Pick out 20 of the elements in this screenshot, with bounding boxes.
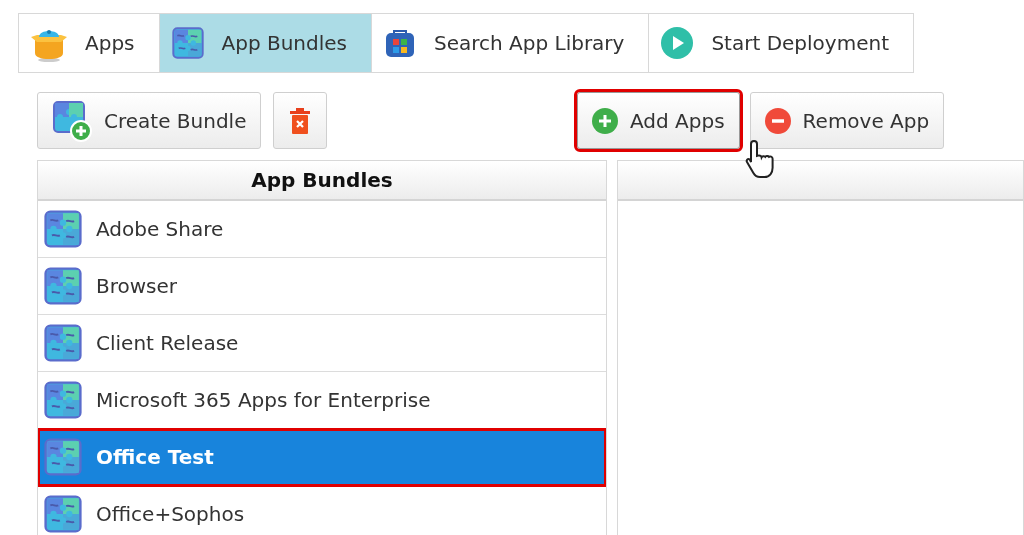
puzzle-icon bbox=[44, 495, 82, 533]
new-bundle-icon bbox=[52, 99, 92, 142]
puzzle-icon bbox=[44, 267, 82, 305]
list-item[interactable]: Office+Sophos bbox=[38, 486, 606, 535]
create-button[interactable]: Create Bundle bbox=[37, 92, 262, 149]
remove-icon bbox=[764, 107, 791, 134]
play-icon bbox=[661, 27, 694, 59]
puzzle-icon bbox=[171, 27, 204, 59]
tab[interactable]: App Bundles bbox=[158, 14, 371, 72]
puzzle-icon bbox=[44, 324, 82, 362]
store-icon bbox=[384, 27, 416, 59]
puzzle-icon bbox=[44, 438, 82, 476]
remove-button[interactable]: Remove App bbox=[749, 92, 945, 149]
add-button[interactable]: Add Apps bbox=[577, 92, 740, 149]
puzzle-icon bbox=[44, 381, 82, 419]
add-icon bbox=[592, 107, 618, 134]
puzzle-icon bbox=[44, 210, 82, 248]
list-item[interactable]: Office Test bbox=[38, 429, 606, 486]
trash-icon bbox=[290, 107, 311, 134]
delete-button[interactable] bbox=[273, 92, 328, 149]
